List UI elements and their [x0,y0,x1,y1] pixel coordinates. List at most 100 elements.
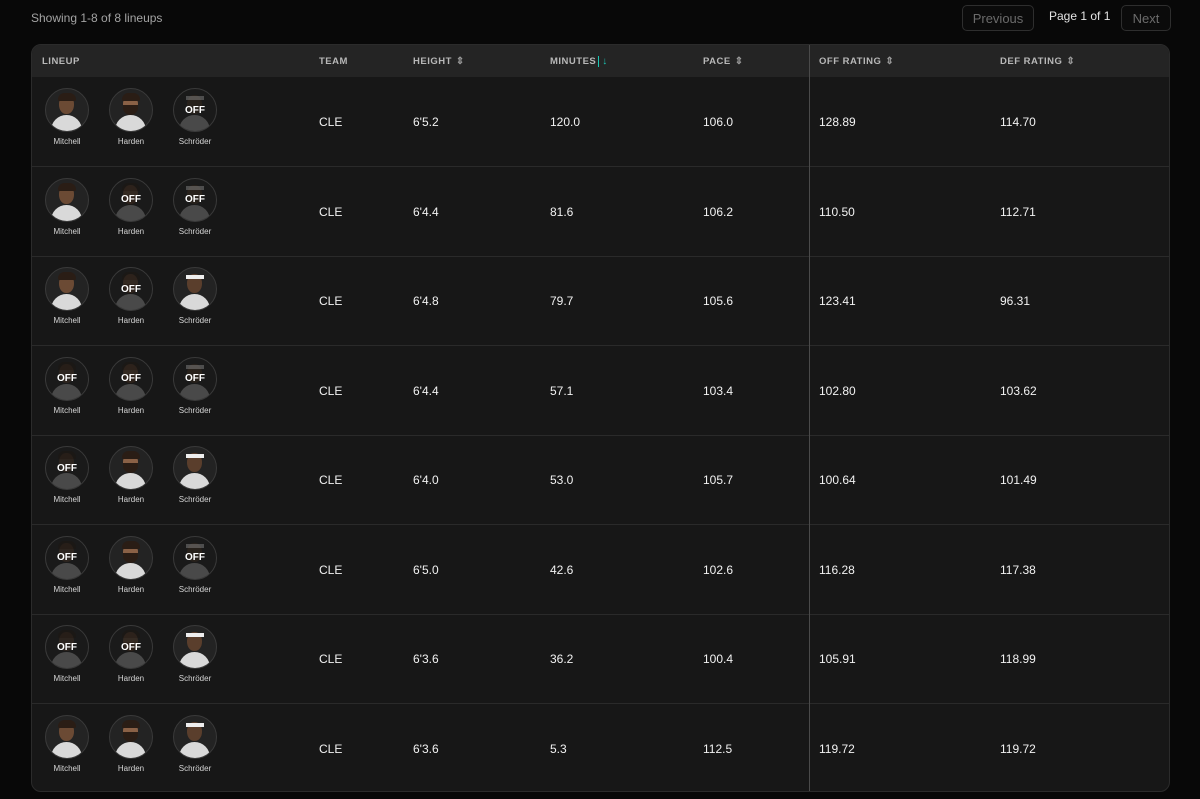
player-name: Harden [117,763,145,773]
beard-shape [123,552,138,563]
table-row[interactable]: Mitchell OFF Harden OFF Schröder CLE 6'4.4 81.6… [32,167,1169,257]
lineups-table: LINEUP TEAM HEIGHT ⇕ MINUTES ↓ PACE ⇕ OF… [31,44,1170,792]
lineup-player: OFF Schröder [170,177,220,236]
lineup-player: Mitchell [42,88,92,146]
off-rating-cell: 119.72 [819,741,855,756]
column-header-team-label: TEAM [319,56,348,67]
team-cell: CLE [319,115,343,129]
off-badge: OFF [174,89,216,131]
player-avatar: OFF [173,177,217,222]
player-avatar: OFF [173,88,217,132]
table-row[interactable]: OFF Mitchell OFF Harden OFF Schröder CLE 6'4.4 5… [32,346,1169,436]
lineup-player: Harden [106,88,156,146]
beard-shape [123,731,138,742]
height-cell: 6'5.0 [413,562,439,577]
column-header-team: TEAM [319,56,348,67]
off-badge: OFF [110,178,152,221]
lineup-player: OFF Schröder [170,535,220,594]
off-rating-cell: 102.80 [819,383,856,398]
jersey-shape [179,473,210,489]
lineup-player: OFF Harden [106,356,156,415]
player-avatar [173,625,217,669]
jersey-shape [179,741,210,758]
player-avatar: OFF [45,446,89,490]
next-button[interactable]: Next [1121,5,1171,31]
hair-shape [58,719,76,728]
lineup-player: OFF Mitchell [42,535,92,594]
height-cell: 6'4.4 [413,204,439,219]
sort-icon[interactable]: ⇕ [1066,56,1075,67]
player-avatar [45,714,89,759]
minutes-cell: 53.0 [550,473,574,487]
table-row[interactable]: Mitchell OFF Harden Schröder CLE 6'4.8 79.7 105… [32,256,1169,346]
off-badge: OFF [110,357,152,400]
pace-cell: 105.6 [703,294,734,308]
player-name: Schröder [178,226,212,236]
player-name: Mitchell [53,763,81,773]
team-cell: CLE [319,294,343,308]
lineup-player: Schröder [170,446,220,504]
table-row[interactable]: OFF Mitchell OFF Harden Schröder CLE 6'3.6 36.2… [32,614,1169,704]
sort-icon[interactable]: ⇕ [456,56,465,67]
jersey-shape [51,741,82,758]
sort-descending-icon[interactable]: ↓ [602,56,608,67]
player-avatar [109,714,153,759]
lineup-player: OFF Harden [106,625,156,683]
player-avatar [45,267,89,311]
jersey-shape [179,294,210,310]
def-rating-cell: 112.71 [1000,204,1036,219]
minutes-cell: 5.3 [550,741,567,756]
lineup-player: OFF Schröder [170,88,220,146]
column-header-height[interactable]: HEIGHT ⇕ [413,56,465,67]
lineup-player: Mitchell [42,267,92,325]
lineup-player: OFF Mitchell [42,446,92,504]
pace-cell: 103.4 [703,383,734,398]
column-header-minutes-label: MINUTES [550,56,597,67]
player-name: Harden [117,226,145,236]
def-rating-cell: 118.99 [1000,652,1036,666]
player-name: Schröder [178,584,212,594]
table-row[interactable]: Mitchell Harden Schröder CLE 6'3.6 5.3 112.5 11… [32,704,1169,792]
off-rating-cell: 110.50 [819,204,855,219]
sort-icon[interactable]: ⇕ [885,56,894,67]
off-rating-cell: 128.89 [819,115,856,129]
off-badge: OFF [46,447,88,489]
def-rating-cell: 119.72 [1000,741,1036,756]
table-row[interactable]: OFF Mitchell Harden Schröder CLE 6'4.0 53.0 105… [32,435,1169,525]
jersey-shape [115,562,146,579]
player-avatar: OFF [173,356,217,401]
previous-button[interactable]: Previous [962,5,1034,31]
lineup-player: Mitchell [42,177,92,236]
minutes-cell: 57.1 [550,383,574,398]
page-indicator: Page 1 of 1 [1049,9,1111,23]
player-name: Schröder [178,495,212,504]
headband-shape [186,454,204,458]
pace-cell: 102.6 [703,562,734,577]
pagination-bar: Showing 1-8 of 8 lineups Previous Page 1… [0,0,1200,44]
table-row[interactable]: Mitchell Harden OFF Schröder CLE 6'5.2 120.0 10… [32,77,1169,167]
def-rating-cell: 117.38 [1000,562,1036,577]
lineup-player: Harden [106,535,156,594]
lineup-player: OFF Schröder [170,356,220,415]
player-name: Harden [117,584,145,594]
column-header-pace[interactable]: PACE ⇕ [703,56,744,67]
column-header-pace-label: PACE [703,56,731,67]
jersey-shape [115,741,146,758]
height-cell: 6'4.4 [413,383,439,398]
player-name: Schröder [178,405,212,415]
column-header-off-rating[interactable]: OFF RATING ⇕ [819,56,894,67]
lineup-player: Harden [106,446,156,504]
table-row[interactable]: OFF Mitchell Harden OFF Schröder CLE 6'5.0 42.6… [32,525,1169,615]
beard-shape [123,105,138,115]
player-name: Mitchell [53,137,81,146]
headband-shape [186,275,204,279]
sort-icon[interactable]: ⇕ [735,56,744,67]
column-header-height-label: HEIGHT [413,56,452,67]
lineup-player: Harden [106,714,156,773]
player-avatar: OFF [109,267,153,311]
player-name: Mitchell [53,674,81,683]
column-header-minutes[interactable]: MINUTES ↓ [550,56,608,67]
column-header-def-rating[interactable]: DEF RATING ⇕ [1000,56,1075,67]
player-name: Harden [117,674,145,683]
player-name: Schröder [178,674,212,683]
